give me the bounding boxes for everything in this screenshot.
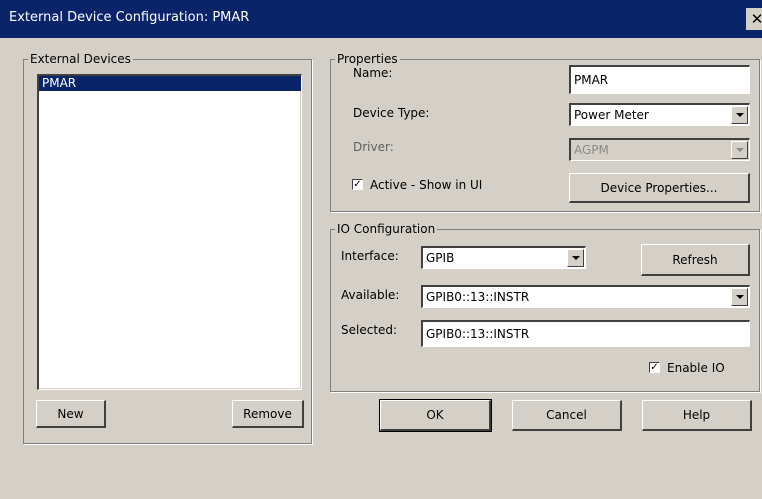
io-configuration-legend: IO Configuration [335,222,438,236]
driver-select: AGPM [569,138,750,161]
device-list[interactable]: PMAR [37,74,302,390]
window-title: External Device Configuration: PMAR [9,10,250,25]
available-label: Available: [341,288,400,302]
interface-value: GPIB [426,251,455,265]
device-list-item-pmar[interactable]: PMAR [39,76,301,91]
external-devices-group: External Devices PMAR New Remove [23,52,312,444]
refresh-button[interactable]: Refresh [641,244,750,276]
active-label[interactable]: Active - Show in UI [370,178,482,192]
device-properties-button[interactable]: Device Properties... [569,173,750,203]
interface-select[interactable]: GPIB [421,246,586,269]
close-button[interactable]: ✕ [746,8,762,30]
name-label: Name: [353,66,393,80]
cancel-button[interactable]: Cancel [512,400,622,431]
active-checkbox[interactable]: ✓ [352,179,363,190]
chevron-down-icon [735,295,744,299]
external-devices-legend: External Devices [28,52,133,66]
chevron-down-icon [735,113,744,117]
device-type-dropdown-button[interactable] [731,106,748,124]
help-button[interactable]: Help [642,400,752,431]
new-button[interactable]: New [36,400,106,428]
enable-io-checkbox[interactable]: ✓ [649,362,660,373]
io-configuration-group: IO Configuration Interface: GPIB Refresh… [330,222,760,392]
device-type-select[interactable]: Power Meter [569,103,750,126]
check-icon: ✓ [353,179,362,190]
available-dropdown-button[interactable] [731,288,748,306]
driver-value: AGPM [574,143,609,157]
chevron-down-icon [735,148,744,152]
driver-label: Driver: [353,140,394,154]
available-value: GPIB0::13::INSTR [426,290,530,304]
ok-button[interactable]: OK [379,399,492,432]
device-type-value: Power Meter [574,108,649,122]
chevron-down-icon [571,256,580,260]
close-icon: ✕ [750,10,762,28]
remove-button[interactable]: Remove [232,400,304,428]
available-select[interactable]: GPIB0::13::INSTR [421,285,750,308]
driver-dropdown-button [731,141,748,159]
interface-dropdown-button[interactable] [567,249,584,267]
dialog-body: External Devices PMAR New Remove Propert… [0,38,762,499]
device-type-label: Device Type: [353,106,430,120]
check-icon: ✓ [650,362,659,373]
title-bar: External Device Configuration: PMAR ✕ [0,0,762,38]
properties-group: Properties Name: PMAR Device Type: Power… [330,52,760,212]
selected-field[interactable]: GPIB0::13::INSTR [421,320,750,347]
enable-io-label[interactable]: Enable IO [667,361,725,375]
properties-legend: Properties [335,52,400,66]
interface-label: Interface: [341,249,399,263]
selected-label: Selected: [341,323,398,337]
name-field[interactable]: PMAR [569,65,750,94]
